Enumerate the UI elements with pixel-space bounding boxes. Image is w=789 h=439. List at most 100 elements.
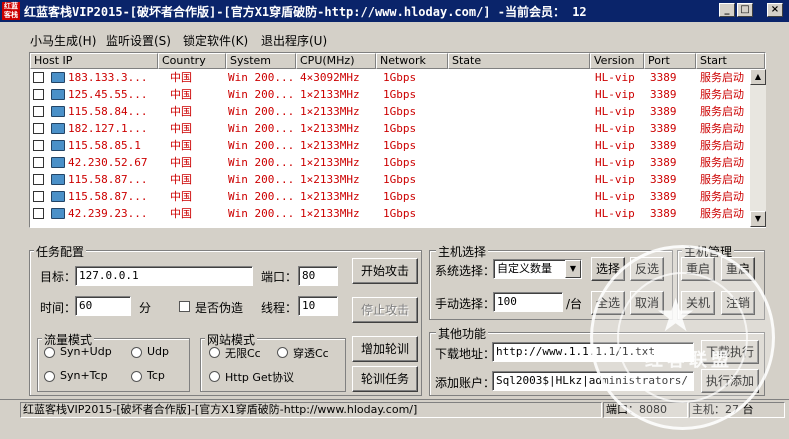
- time-label: 时间：: [40, 301, 77, 315]
- host-list[interactable]: Host IP Country System CPU(MHz) Network …: [29, 52, 766, 228]
- radio-syn-tcp[interactable]: [44, 371, 55, 382]
- close-button[interactable]: ×: [767, 3, 783, 17]
- row-checkbox[interactable]: [33, 191, 44, 202]
- status-text: 红蓝客栈VIP2015-[破坏者合作版]-[官方X1穿盾破防-http://ww…: [20, 402, 602, 418]
- cell-version: HL-vip: [595, 71, 635, 84]
- target-input[interactable]: 127.0.0.1: [75, 266, 253, 286]
- table-row[interactable]: 42.239.23... 中国 Win 200... 1×2133MHz 1Gbps HL…: [30, 205, 750, 222]
- cell-network: 1Gbps: [383, 122, 417, 135]
- cell-port: 3389: [650, 156, 677, 169]
- table-row[interactable]: 42.230.52.67 中国 Win 200... 1×2133MHz 1Gbps HL…: [30, 154, 750, 171]
- maximize-button[interactable]: □: [737, 3, 753, 17]
- manual-select-label: 手动选择：: [435, 297, 496, 311]
- column-country[interactable]: Country: [158, 53, 226, 69]
- column-port[interactable]: Port: [644, 53, 696, 69]
- row-checkbox[interactable]: [33, 157, 44, 168]
- cell-ip: 125.45.55...: [68, 88, 148, 101]
- watermark-text: 红客联盟: [645, 350, 733, 371]
- column-system[interactable]: System: [226, 53, 296, 69]
- radio-unlimited-cc[interactable]: [209, 347, 220, 358]
- vertical-scrollbar[interactable]: ▲ ▼: [750, 69, 766, 227]
- port-input[interactable]: 80: [298, 266, 338, 286]
- row-checkbox[interactable]: [33, 106, 44, 117]
- cell-country: 中国: [170, 207, 192, 220]
- row-checkbox[interactable]: [33, 72, 44, 83]
- cell-network: 1Gbps: [383, 88, 417, 101]
- download-url-label: 下载地址：: [435, 347, 496, 361]
- column-state[interactable]: State: [448, 53, 590, 69]
- row-checkbox[interactable]: [33, 174, 44, 185]
- cell-ip: 115.58.85.1: [68, 139, 141, 152]
- cell-version: HL-vip: [595, 105, 635, 118]
- column-start[interactable]: Start: [696, 53, 765, 69]
- row-checkbox[interactable]: [33, 208, 44, 219]
- cell-system: Win 200...: [228, 139, 295, 152]
- menu-lock-software[interactable]: 锁定软件(K): [183, 32, 248, 49]
- row-checkbox[interactable]: [33, 123, 44, 134]
- column-host-ip[interactable]: Host IP: [30, 53, 158, 69]
- cell-ip: 115.58.87...: [68, 190, 148, 203]
- cell-cpu: 1×2133MHz: [300, 173, 360, 186]
- table-row[interactable]: 115.58.85.1 中国 Win 200... 1×2133MHz 1Gbps HL-…: [30, 137, 750, 154]
- cell-cpu: 1×2133MHz: [300, 207, 360, 220]
- radio-penetrate-cc[interactable]: [277, 347, 288, 358]
- threads-input[interactable]: 10: [298, 296, 338, 316]
- row-checkbox[interactable]: [33, 89, 44, 100]
- cell-version: HL-vip: [595, 122, 635, 135]
- system-select-dropdown[interactable]: 自定义数量 ▼: [493, 259, 582, 279]
- table-row[interactable]: 125.45.55... 中国 Win 200... 1×2133MHz 1Gbps HL…: [30, 86, 750, 103]
- cell-version: HL-vip: [595, 190, 635, 203]
- radio-http-get[interactable]: [209, 371, 220, 382]
- computer-icon: [51, 191, 65, 202]
- star-icon: ★: [655, 288, 697, 342]
- table-row[interactable]: 115.58.84... 中国 Win 200... 1×2133MHz 1Gbps HL…: [30, 103, 750, 120]
- chevron-down-icon[interactable]: ▼: [565, 260, 581, 278]
- scroll-up-icon[interactable]: ▲: [750, 69, 766, 85]
- minimize-button[interactable]: _: [719, 3, 735, 17]
- menu-listen-settings[interactable]: 监听设置(S): [106, 32, 171, 49]
- time-input[interactable]: 60: [75, 296, 131, 316]
- cell-cpu: 1×2133MHz: [300, 122, 360, 135]
- label-syn-tcp: Syn+Tcp: [60, 369, 108, 382]
- table-row[interactable]: 183.133.3... 中国 Win 200... 4×3092MHz 1Gbps HL…: [30, 69, 750, 86]
- label-syn-udp: Syn+Udp: [60, 345, 112, 358]
- stop-attack-button[interactable]: 停止攻击: [352, 297, 418, 323]
- cell-cpu: 1×2133MHz: [300, 156, 360, 169]
- cell-start: 服务启动: [700, 173, 744, 186]
- table-row[interactable]: 115.58.87... 中国 Win 200... 1×2133MHz 1Gbps HL…: [30, 171, 750, 188]
- watermark-stamp: ★ 红客联盟: [590, 245, 775, 430]
- cell-network: 1Gbps: [383, 71, 417, 84]
- cell-start: 服务启动: [700, 122, 744, 135]
- manual-select-input[interactable]: 100: [493, 292, 563, 312]
- cell-port: 3389: [650, 139, 677, 152]
- table-row[interactable]: 182.127.1... 中国 Win 200... 1×2133MHz 1Gbps HL…: [30, 120, 750, 137]
- column-version[interactable]: Version: [590, 53, 644, 69]
- menu-generate[interactable]: 小马生成(H): [30, 32, 96, 49]
- cell-port: 3389: [650, 190, 677, 203]
- menu-exit[interactable]: 退出程序(U): [261, 32, 327, 49]
- cell-system: Win 200...: [228, 71, 295, 84]
- column-network[interactable]: Network: [376, 53, 448, 69]
- cell-ip: 183.133.3...: [68, 71, 148, 84]
- cell-network: 1Gbps: [383, 139, 417, 152]
- port-label: 端口：: [261, 270, 298, 284]
- table-row[interactable]: 115.58.87... 中国 Win 200... 1×2133MHz 1Gbps HL…: [30, 188, 750, 205]
- row-checkbox[interactable]: [33, 140, 44, 151]
- add-account-label: 添加账户：: [435, 376, 496, 390]
- cell-system: Win 200...: [228, 88, 295, 101]
- cell-port: 3389: [650, 122, 677, 135]
- cell-start: 服务启动: [700, 88, 744, 101]
- scroll-down-icon[interactable]: ▼: [750, 211, 766, 227]
- cell-cpu: 4×3092MHz: [300, 71, 360, 84]
- radio-syn-udp[interactable]: [44, 347, 55, 358]
- rotation-task-button[interactable]: 轮训任务: [352, 366, 418, 392]
- column-cpu[interactable]: CPU(MHz): [296, 53, 376, 69]
- spoof-checkbox[interactable]: [179, 301, 190, 312]
- start-attack-button[interactable]: 开始攻击: [352, 258, 418, 284]
- title-bar: 红蓝客栈 红蓝客栈VIP2015-[破坏者合作版]-[官方X1穿盾破防-http…: [0, 0, 789, 22]
- add-rotation-button[interactable]: 增加轮训: [352, 336, 418, 362]
- spoof-label: 是否伪造: [195, 301, 244, 315]
- window-title: 红蓝客栈VIP2015-[破坏者合作版]-[官方X1穿盾破防-http://ww…: [24, 5, 587, 19]
- radio-udp[interactable]: [131, 347, 142, 358]
- radio-tcp[interactable]: [131, 371, 142, 382]
